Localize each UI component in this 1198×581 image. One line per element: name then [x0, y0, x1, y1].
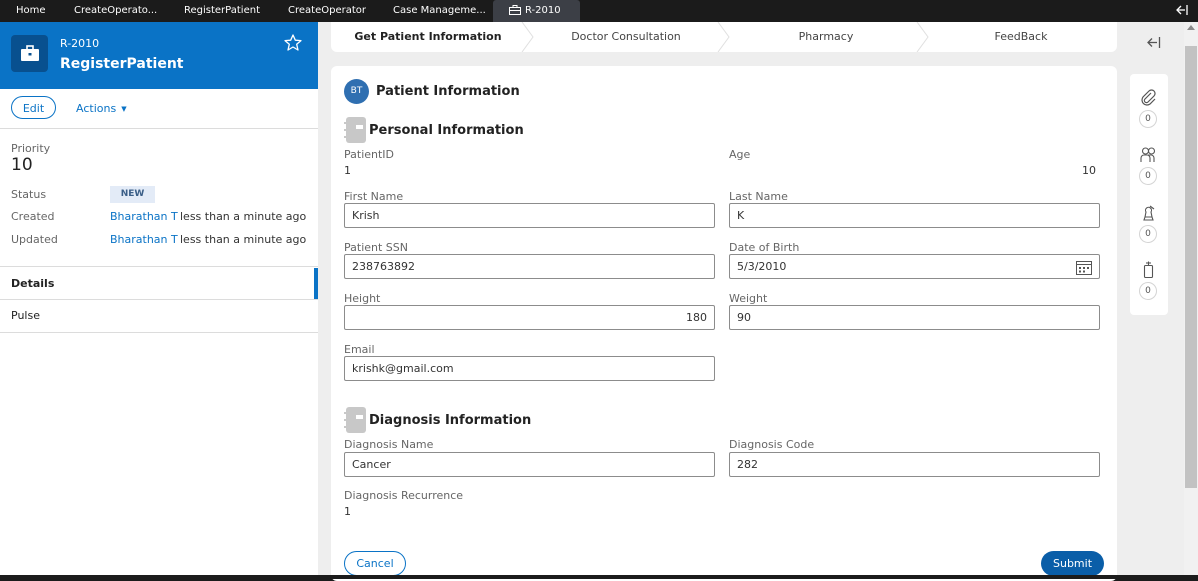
first-name-label: First Name: [344, 190, 404, 203]
divider: [0, 332, 318, 333]
dob-label: Date of Birth: [729, 241, 800, 254]
top-tab-r-2010[interactable]: R-2010: [493, 0, 580, 22]
first-name-field[interactable]: [344, 203, 715, 228]
email-label: Email: [344, 343, 375, 356]
top-tab-registerpatient[interactable]: RegisterPatient: [184, 0, 260, 22]
briefcase-icon: [509, 5, 521, 15]
age-value: 10: [1082, 164, 1096, 177]
divider: [0, 266, 318, 267]
status-badge: NEW: [110, 186, 155, 203]
created-by-link[interactable]: Bharathan T: [110, 210, 178, 223]
section-icon: [344, 407, 366, 433]
section-icon: [344, 117, 366, 143]
nav-item-details[interactable]: Details: [0, 268, 318, 300]
followers-icon[interactable]: [1140, 146, 1157, 163]
priority-label: Priority: [11, 142, 51, 155]
priority-value: 10: [11, 155, 33, 175]
stage-chevrons: Get Patient Information Doctor Consultat…: [331, 22, 1117, 52]
collapse-utilities-icon[interactable]: [1145, 36, 1161, 52]
actions-menu-button[interactable]: Actions ▼: [76, 102, 127, 115]
updated-by-link[interactable]: Bharathan T: [110, 233, 178, 246]
top-tab-bar: Home CreateOperato... RegisterPatient Cr…: [0, 0, 1198, 22]
actions-label: Actions: [76, 102, 117, 115]
top-tab-createoperator[interactable]: CreateOperator: [288, 0, 366, 22]
diagnosis-recurrence-label: Diagnosis Recurrence: [344, 489, 464, 502]
top-tab-createoperato[interactable]: CreateOperato...: [74, 0, 157, 22]
collapse-left-icon[interactable]: [1175, 4, 1188, 19]
form-title: Patient Information: [376, 84, 520, 99]
last-name-label: Last Name: [729, 190, 788, 203]
last-name-field[interactable]: [729, 203, 1100, 228]
created-time: less than a minute ago: [180, 210, 307, 223]
nav-item-details-label: Details: [11, 277, 55, 290]
section-title-personal: Personal Information: [369, 123, 524, 138]
nav-item-pulse[interactable]: Pulse: [0, 300, 318, 330]
chevron-right-icon: [717, 22, 730, 52]
scrollbar-thumb[interactable]: [1185, 46, 1197, 488]
edit-button[interactable]: Edit: [11, 96, 56, 119]
avatar: BT: [344, 79, 369, 104]
main-content: Get Patient Information Doctor Consultat…: [318, 22, 1184, 581]
followers-count: 0: [1139, 167, 1157, 185]
top-tab-case-management[interactable]: Case Manageme...: [393, 0, 486, 22]
patient-form-card: BT Patient Information Personal Informat…: [331, 66, 1117, 581]
calendar-icon[interactable]: [1076, 260, 1092, 278]
diagnosis-name-field[interactable]: [344, 452, 715, 477]
stage-get-patient-information[interactable]: Get Patient Information: [349, 30, 507, 43]
attachments-count: 0: [1139, 110, 1157, 128]
stage-feedback[interactable]: FeedBack: [941, 30, 1101, 43]
scroll-up-arrow-icon[interactable]: [1187, 25, 1195, 30]
top-tab-home[interactable]: Home: [16, 0, 46, 22]
created-label: Created: [11, 210, 55, 223]
diagnosis-code-label: Diagnosis Code: [729, 438, 815, 451]
case-title: RegisterPatient: [60, 56, 184, 72]
case-header: R-2010 RegisterPatient: [0, 22, 318, 89]
chevron-right-icon: [916, 22, 929, 52]
case-id: R-2010: [60, 37, 100, 50]
utilities-rail: 0 0 0 0: [1130, 74, 1168, 315]
diagnosis-recurrence-value: 1: [344, 505, 351, 518]
divider: [0, 128, 318, 129]
briefcase-icon: [11, 35, 48, 72]
diagnosis-name-label: Diagnosis Name: [344, 438, 434, 451]
weight-label: Weight: [729, 292, 768, 305]
status-label: Status: [11, 188, 47, 201]
ssn-label: Patient SSN: [344, 241, 408, 254]
stage-doctor-consultation[interactable]: Doctor Consultation: [541, 30, 711, 43]
paperclip-icon[interactable]: [1140, 89, 1157, 106]
star-outline-icon[interactable]: [284, 34, 302, 54]
chevron-right-icon: [521, 22, 534, 52]
age-label: Age: [729, 148, 751, 161]
weight-field[interactable]: [729, 305, 1100, 330]
patient-id-label: PatientID: [344, 148, 395, 161]
cancel-button[interactable]: Cancel: [344, 551, 406, 576]
top-tab-r-2010-label: R-2010: [525, 5, 561, 16]
caret-down-icon: ▼: [121, 105, 127, 113]
height-field[interactable]: [344, 305, 715, 330]
case-summary-panel: R-2010 RegisterPatient Edit Actions ▼ Pri…: [0, 22, 318, 579]
nav-item-pulse-label: Pulse: [11, 309, 40, 322]
stage-pharmacy[interactable]: Pharmacy: [741, 30, 911, 43]
diagnosis-code-field[interactable]: [729, 452, 1100, 477]
related-cases-icon[interactable]: [1140, 261, 1157, 278]
related-cases-count: 0: [1139, 282, 1157, 300]
submit-button[interactable]: Submit: [1041, 551, 1104, 576]
section-title-diagnosis: Diagnosis Information: [369, 413, 532, 428]
email-field[interactable]: [344, 356, 715, 381]
height-label: Height: [344, 292, 381, 305]
patient-id-value: 1: [344, 164, 351, 177]
dob-field[interactable]: [729, 254, 1100, 279]
updated-label: Updated: [11, 233, 58, 246]
stakeholders-count: 0: [1139, 225, 1157, 243]
updated-time: less than a minute ago: [180, 233, 307, 246]
bottom-strip: [0, 575, 1198, 579]
stakeholder-icon[interactable]: [1140, 204, 1157, 221]
ssn-field[interactable]: [344, 254, 715, 279]
